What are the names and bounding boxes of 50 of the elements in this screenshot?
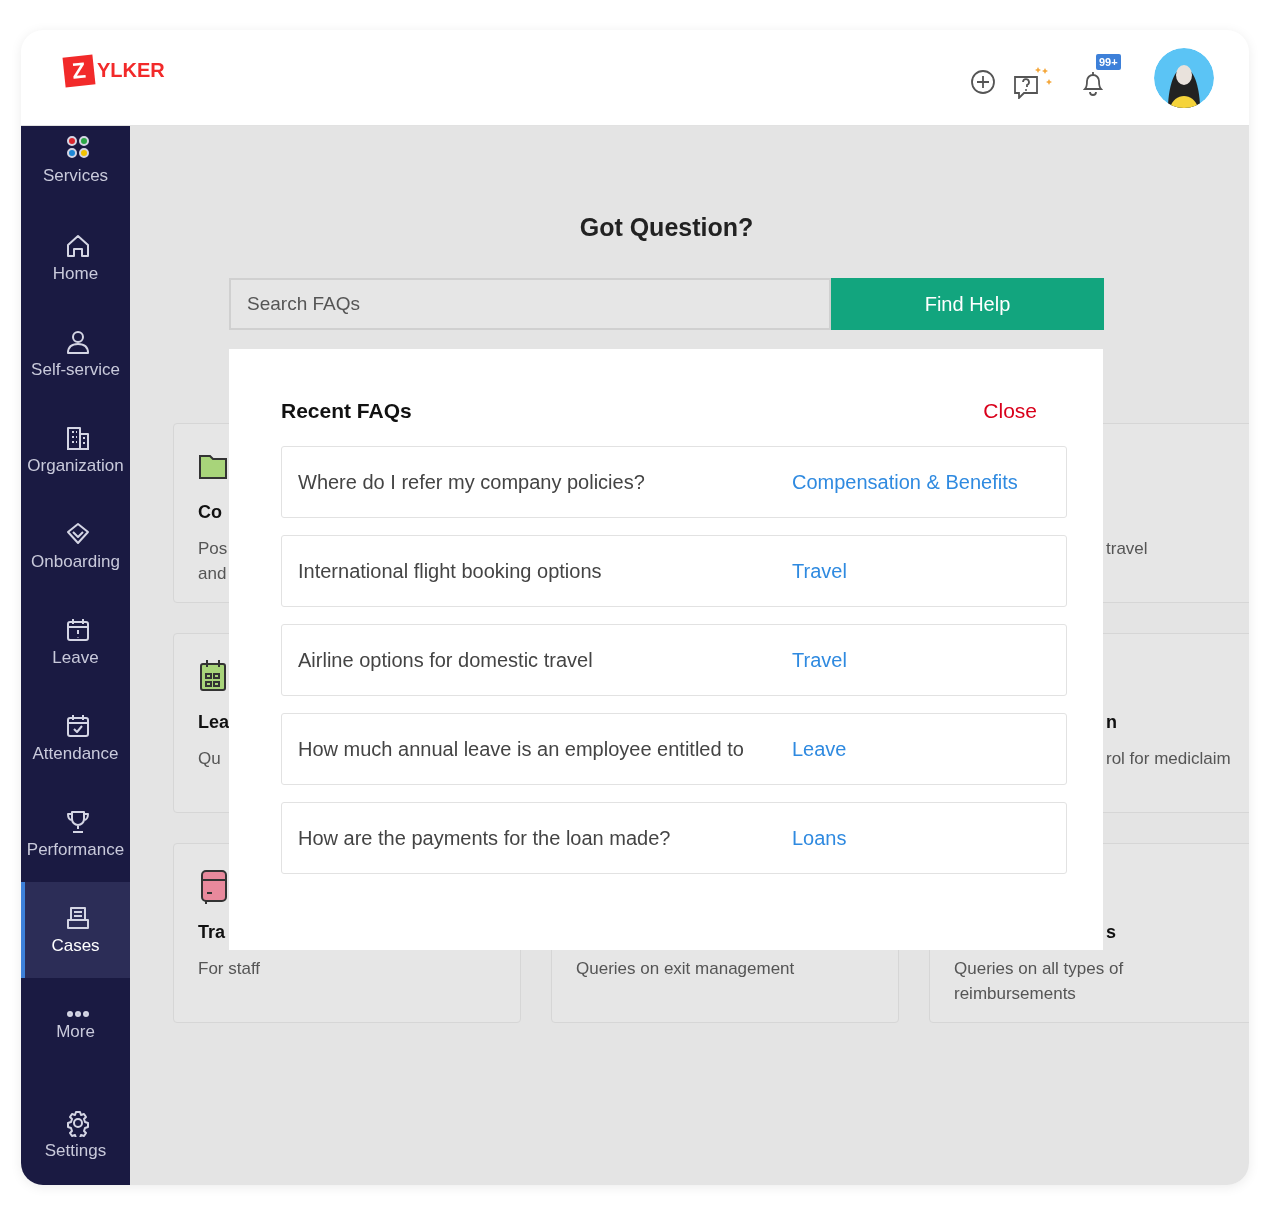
sidebar-item[interactable]: Leave: [21, 594, 130, 690]
card-description: Queries on exit management: [576, 958, 795, 980]
logo-text: YLKER: [97, 59, 165, 82]
card-title: s: [1106, 922, 1116, 944]
logo-mark: Z: [62, 54, 96, 87]
category-link[interactable]: Leave: [792, 737, 847, 761]
faq-item[interactable]: How are the payments for the loan made? Loans: [281, 802, 1067, 874]
sidebar-item[interactable]: More: [21, 978, 130, 1074]
sidebar-item[interactable]: Organization: [21, 402, 130, 498]
page-title: Got Question?: [578, 213, 755, 243]
sidebar-item[interactable]: Performance: [21, 786, 130, 882]
category-link[interactable]: Compensation & Benefits: [792, 470, 1018, 494]
sidebar-item[interactable]: Self-service: [21, 306, 130, 402]
card-description: reimbursements: [954, 983, 1076, 1005]
avatar: [1154, 47, 1214, 108]
sidebar-item[interactable]: Services: [21, 126, 130, 210]
card-description: travel: [1106, 538, 1148, 560]
card-title: n: [1106, 712, 1117, 734]
faq-item[interactable]: How much annual leave is an employee entitled to Leave: [281, 713, 1067, 785]
faq-question: International flight booking options: [298, 559, 603, 583]
card-title: Lea: [198, 712, 230, 734]
category-link[interactable]: Travel: [792, 559, 847, 583]
card-description: Qu: [198, 748, 221, 770]
close-link[interactable]: Close: [983, 399, 1037, 423]
card-description: rol for mediclaim: [1106, 748, 1231, 770]
category-link[interactable]: Travel: [792, 648, 847, 672]
search-field[interactable]: Search FAQs: [229, 278, 831, 330]
sidebar-item[interactable]: Settings: [21, 1109, 130, 1185]
sidebar-item[interactable]: Attendance: [21, 690, 130, 786]
faq-question: How much annual leave is an employee entitled to: [298, 737, 745, 761]
faq-question: Where do I refer my company policies?: [298, 470, 646, 494]
add-icon: [970, 68, 996, 95]
card-description: Queries on all types of: [954, 958, 1124, 980]
category-link[interactable]: Loans: [792, 826, 847, 850]
card-description: and: [198, 563, 227, 585]
add-button[interactable]: [970, 68, 996, 95]
panel-title: Recent FAQs: [281, 399, 412, 423]
card-title: Co: [198, 502, 222, 524]
faq-item[interactable]: Where do I refer my company policies? Compensation & Benefits: [281, 446, 1067, 518]
card-description: Pos: [198, 538, 228, 560]
sidebar-item[interactable]: Onboarding: [21, 498, 130, 594]
notification-badge: 99+: [1096, 53, 1121, 70]
faq-item[interactable]: International flight booking options Travel: [281, 535, 1067, 607]
sidebar-item[interactable]: Home: [21, 210, 130, 306]
card-title: Tra: [198, 922, 226, 944]
card-description: For staff: [198, 958, 261, 980]
faq-question: Airline options for domestic travel: [298, 648, 594, 672]
sidebar-item[interactable]: Cases: [21, 882, 130, 978]
faq-question: How are the payments for the loan made?: [298, 826, 672, 850]
faq-item[interactable]: Airline options for domestic travel Travel: [281, 624, 1067, 696]
